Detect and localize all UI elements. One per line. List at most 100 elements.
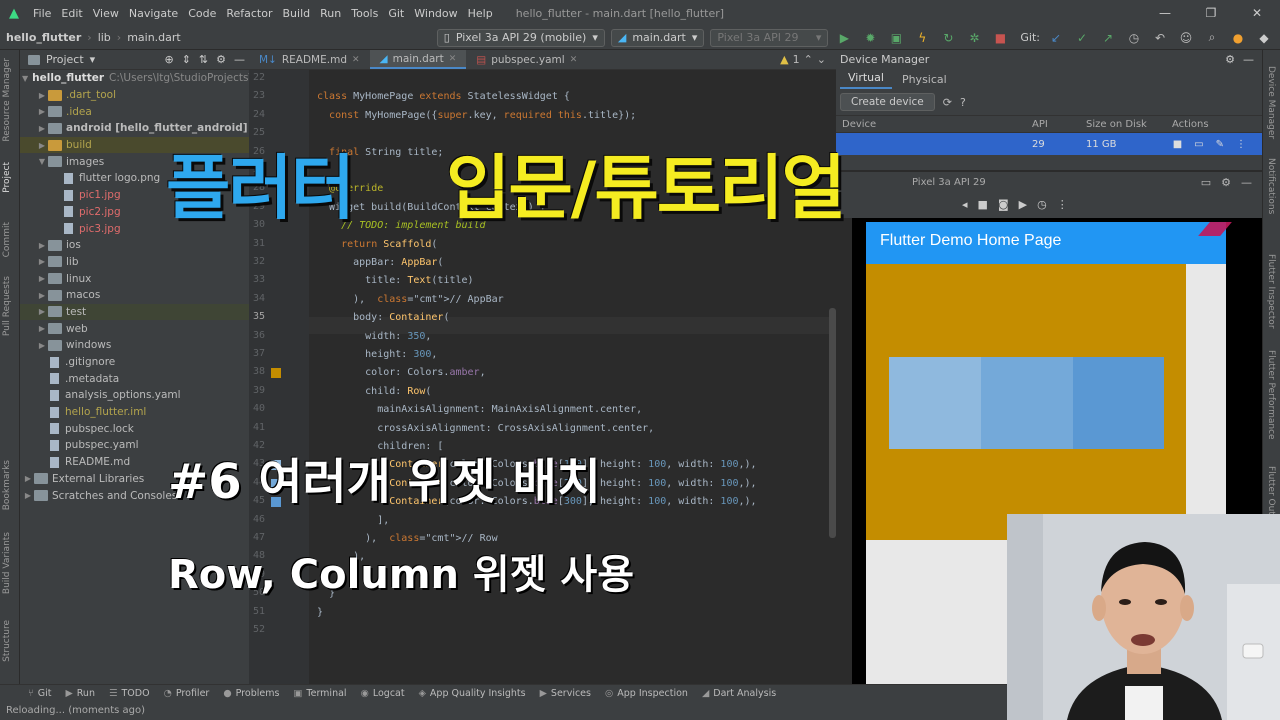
chevron-right-icon[interactable]: ▶ [36, 324, 48, 333]
camera-icon[interactable]: ◙ [998, 198, 1009, 211]
tool-device-manager[interactable]: Device Manager [1266, 66, 1276, 139]
code-line[interactable]: crossAxisAlignment: CrossAxisAlignment.c… [317, 422, 654, 436]
chevron-right-icon[interactable]: ▶ [36, 124, 48, 133]
chevron-down-icon[interactable]: ▼ [36, 157, 48, 166]
tool-build-variants[interactable]: Build Variants [2, 532, 12, 594]
chevron-right-icon[interactable]: ▶ [36, 291, 48, 300]
tool-app-quality[interactable]: ◈ App Quality Insights [419, 688, 526, 699]
chevron-down-icon[interactable]: ⌄ [817, 53, 826, 66]
chevron-right-icon[interactable]: ▶ [36, 91, 48, 100]
code-line[interactable]: height: 300, [317, 348, 437, 362]
tree-root[interactable]: ▼ hello_flutter C:\Users\ltg\StudioProje… [20, 70, 249, 87]
tree-item[interactable]: ▶ .idea [20, 103, 249, 120]
expand-all-icon[interactable]: ⇅ [199, 53, 208, 66]
tool-services[interactable]: ▶ Services [540, 688, 591, 699]
tree-item[interactable]: ▶ windows [20, 337, 249, 354]
menu-navigate[interactable]: Navigate [124, 7, 183, 20]
maximize-icon[interactable]: ▭ [1201, 176, 1211, 189]
chevron-right-icon[interactable]: ▶ [36, 274, 48, 283]
tool-notifications[interactable]: Notifications [1266, 158, 1276, 214]
menu-tools[interactable]: Tools [346, 7, 383, 20]
menu-edit[interactable]: Edit [56, 7, 87, 20]
tab-pubspec[interactable]: ▤ pubspec.yaml ✕ [466, 50, 587, 69]
close-icon[interactable]: ✕ [1234, 6, 1280, 20]
rollback-icon[interactable]: ↶ [1150, 31, 1170, 45]
tool-dart-analysis[interactable]: ◢ Dart Analysis [702, 688, 776, 699]
gemini-icon[interactable]: ◆ [1254, 31, 1274, 45]
folder-icon[interactable]: ▭ [1194, 139, 1203, 150]
close-icon[interactable]: ✕ [352, 55, 360, 65]
breadcrumb-project[interactable]: hello_flutter [0, 31, 87, 44]
code-line[interactable]: child: Row( [317, 385, 431, 399]
locate-icon[interactable]: ⊕ [164, 53, 173, 66]
hide-icon[interactable]: — [234, 53, 245, 66]
tool-structure[interactable]: Structure [2, 620, 12, 662]
menu-file[interactable]: File [28, 7, 56, 20]
chevron-up-icon[interactable]: ⌃ [804, 53, 813, 66]
menu-run[interactable]: Run [315, 7, 346, 20]
code-line[interactable]: ], [317, 514, 389, 528]
tree-item[interactable]: ▶ web [20, 320, 249, 337]
code-line[interactable]: } [317, 606, 323, 620]
color-swatch-icon[interactable] [271, 368, 281, 379]
tool-pull-requests[interactable]: Pull Requests [2, 276, 12, 336]
git-update-icon[interactable]: ↙ [1046, 31, 1066, 45]
chevron-right-icon[interactable]: ▶ [36, 307, 48, 316]
menu-help[interactable]: Help [463, 7, 498, 20]
git-push-icon[interactable]: ↗ [1098, 31, 1118, 45]
breadcrumb-lib[interactable]: lib [92, 31, 117, 44]
tool-problems[interactable]: ● Problems [223, 688, 279, 699]
tree-item[interactable]: ▶ ios [20, 237, 249, 254]
more-icon[interactable]: ⋮ [1057, 198, 1068, 211]
chevron-right-icon[interactable]: ▶ [36, 241, 48, 250]
tool-flutter-performance[interactable]: Flutter Performance [1266, 350, 1276, 440]
tree-item[interactable]: ▶ test [20, 303, 249, 321]
code-line[interactable]: title: Text(title) [317, 274, 473, 288]
collapse-all-icon[interactable]: ⇕ [182, 53, 191, 66]
tree-item[interactable]: .metadata [20, 370, 249, 387]
gear-icon[interactable]: ⚙ [1221, 176, 1231, 189]
device-selector[interactable]: ▯ Pixel 3a API 29 (mobile) ▾ [436, 28, 605, 47]
tool-terminal[interactable]: ▣ Terminal [293, 688, 346, 699]
refresh-icon[interactable]: ⟳ [943, 96, 952, 109]
menu-refactor[interactable]: Refactor [221, 7, 277, 20]
chevron-right-icon[interactable]: ▶ [36, 257, 48, 266]
code-line[interactable]: appBar: AppBar( [317, 256, 443, 270]
tree-item[interactable]: .gitignore [20, 354, 249, 371]
chevron-right-icon[interactable]: ▶ [22, 474, 34, 483]
history-icon[interactable]: ◷ [1037, 198, 1047, 211]
stop-icon[interactable]: ■ [1173, 139, 1182, 150]
restore-icon[interactable]: ❐ [1188, 6, 1234, 20]
run-coverage-icon[interactable]: ▣ [886, 31, 906, 45]
chevron-right-icon[interactable]: ▶ [22, 491, 34, 500]
breadcrumb-file[interactable]: main.dart [121, 31, 187, 44]
account-icon[interactable]: ☺ [1176, 31, 1196, 45]
history-icon[interactable]: ◷ [1124, 31, 1144, 45]
emulator-tab[interactable]: Pixel 3a API 29 [912, 177, 986, 188]
search-icon[interactable]: ⌕ [1202, 30, 1222, 45]
hot-reload-icon[interactable]: ϟ [912, 31, 932, 45]
menu-window[interactable]: Window [409, 7, 462, 20]
run-icon[interactable]: ▶ [834, 31, 854, 45]
code-line[interactable]: color: Colors.amber, [317, 366, 485, 380]
tool-logcat[interactable]: ◉ Logcat [361, 688, 405, 699]
tab-readme[interactable]: M↓ README.md ✕ [249, 50, 370, 69]
tree-item[interactable]: ▶ macos [20, 287, 249, 304]
code-line[interactable]: ), class="cmt">// AppBar [317, 293, 504, 307]
debug-icon[interactable]: ✹ [860, 31, 880, 45]
record-icon[interactable]: ▶ [1019, 198, 1027, 211]
create-device-button[interactable]: Create device [840, 93, 935, 111]
code-line[interactable]: width: 350, [317, 330, 431, 344]
gear-icon[interactable]: ⚙ [1225, 53, 1235, 66]
tool-bookmarks[interactable]: Bookmarks [2, 460, 12, 510]
chevron-right-icon[interactable]: ▶ [36, 141, 48, 150]
menu-git[interactable]: Git [383, 7, 409, 20]
minimize-icon[interactable]: — [1142, 6, 1188, 20]
stop-icon[interactable]: ■ [990, 31, 1010, 45]
warning-icon[interactable]: ▲ [780, 53, 788, 66]
menu-build[interactable]: Build [278, 7, 316, 20]
tree-item[interactable]: hello_flutter.iml [20, 404, 249, 421]
menu-code[interactable]: Code [183, 7, 221, 20]
tree-item[interactable]: ▶ .dart_tool [20, 87, 249, 104]
code-line[interactable]: return Scaffold( [317, 238, 437, 252]
